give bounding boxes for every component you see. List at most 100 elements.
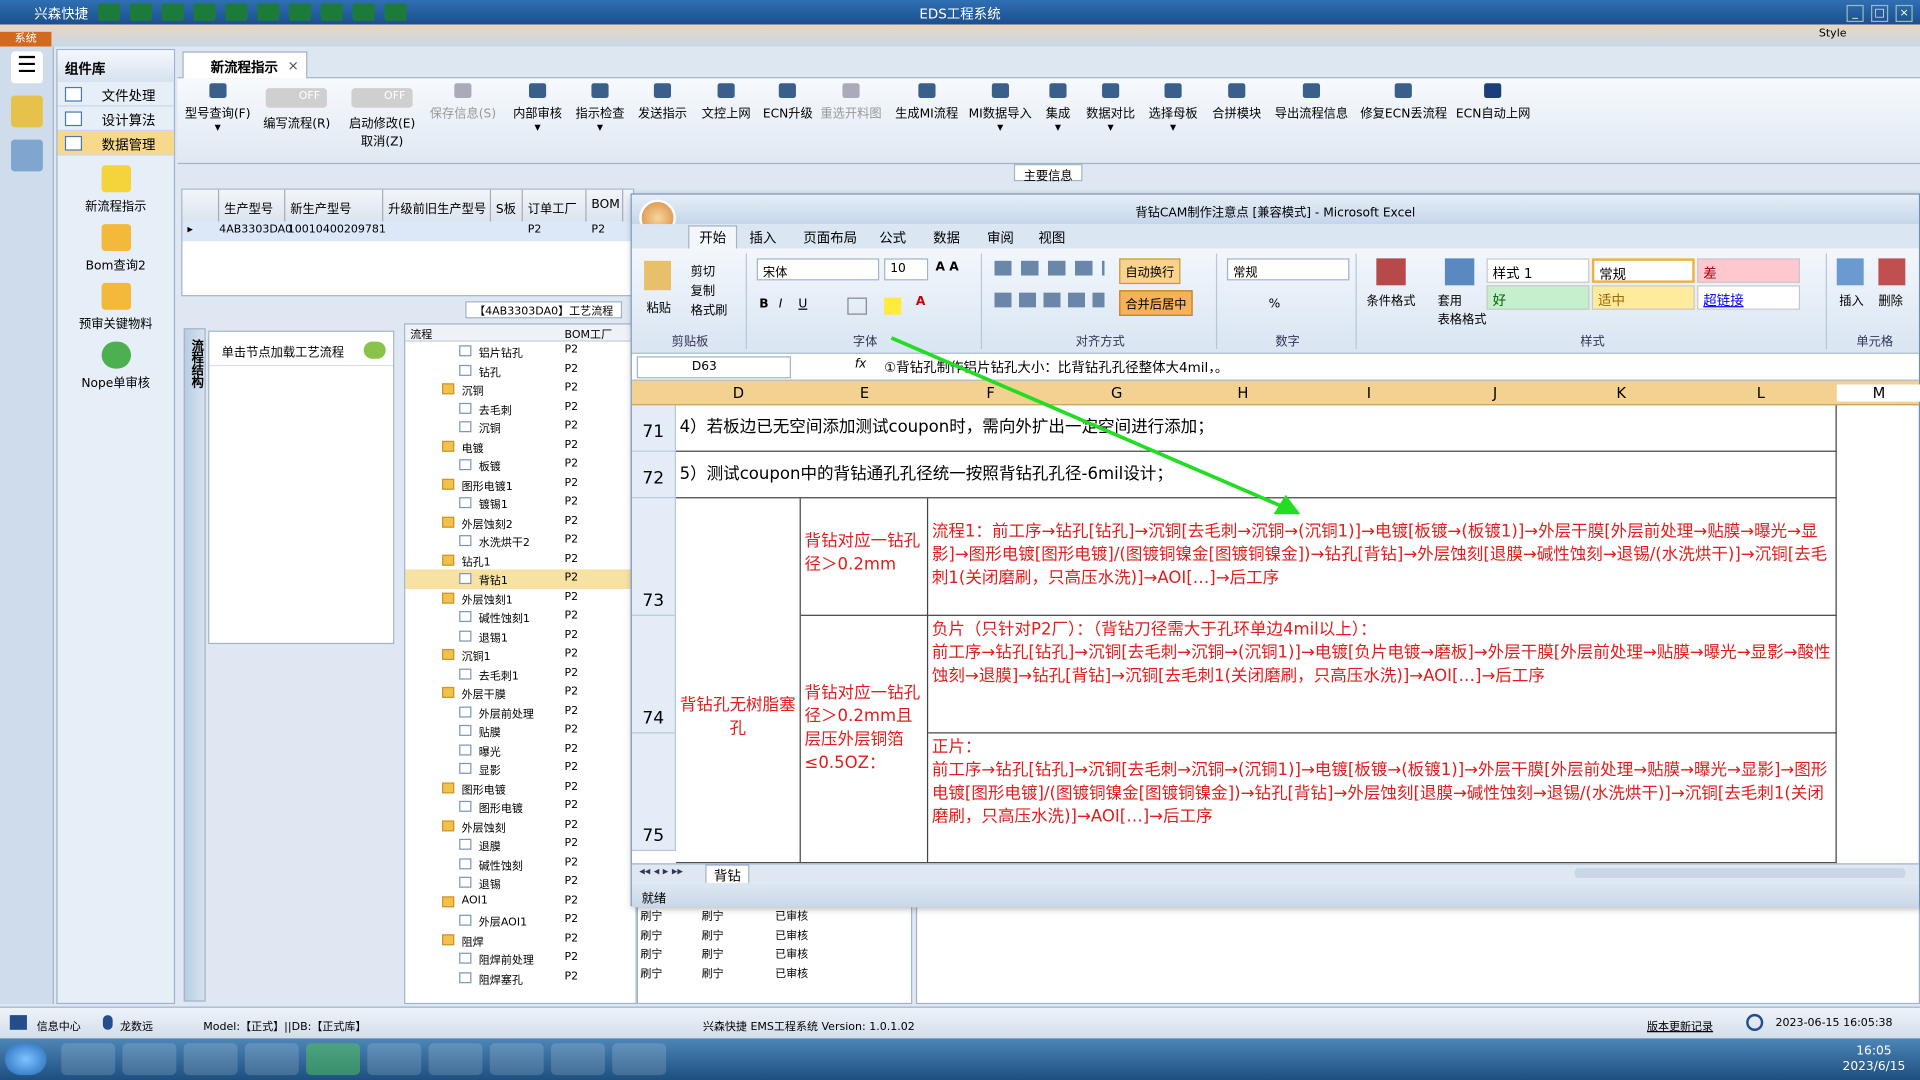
delete-button[interactable]: 删除	[1878, 290, 1902, 308]
tree-node[interactable]: 板镀 P2	[405, 456, 635, 475]
process-tree[interactable]: 流程 BOM工厂 铝片钻孔 P2 钻孔 P2 沉铜 P2 去毛刺 P2 沉铜 P2 电镀 P2 板镀 P2 图…	[404, 323, 637, 1005]
font-color-icon[interactable]: A	[916, 295, 925, 308]
col-k[interactable]: K	[1558, 384, 1685, 401]
yx-logo-icon[interactable]	[11, 95, 43, 128]
app-p-icon[interactable]	[612, 1043, 667, 1076]
save-info-button[interactable]: 保存信息(S)	[430, 83, 496, 121]
toggle-switch[interactable]: OFF	[266, 88, 328, 108]
row-header[interactable]: 71	[631, 405, 676, 452]
col-f[interactable]: F	[928, 384, 1053, 401]
excel-window[interactable]: 背钻CAM制作注意点 [兼容模式] - Microsoft Excel 开始 插…	[630, 193, 1920, 908]
font-size-select[interactable]: 10	[884, 258, 929, 281]
tree-node[interactable]: 外层蚀刻2 P2	[405, 512, 635, 531]
menu-data-management[interactable]: 数据管理	[57, 131, 174, 156]
insert-icon[interactable]	[1836, 258, 1864, 286]
table-format-button[interactable]: 套用 表格格式	[1438, 290, 1487, 327]
tree-node[interactable]: 碱性蚀刻 P2	[405, 854, 635, 873]
table-row[interactable]: 刷宁 刷宁 已审核	[638, 924, 911, 943]
process-tab[interactable]: 【4AB3303DA0】工艺流程	[465, 301, 623, 319]
bold-icon[interactable]: B	[759, 298, 768, 311]
fill-color-icon[interactable]	[884, 297, 902, 315]
formula-input[interactable]: ①背钻孔制作铝片钻孔大小：比背钻孔孔径整体大4mil，。	[884, 358, 1228, 378]
tab-layout[interactable]: 页面布局	[803, 228, 857, 248]
tree-col-header[interactable]: BOM工厂	[562, 324, 615, 341]
tree-node[interactable]: 外层AOI1 P2	[405, 911, 635, 930]
tree-node[interactable]: 曝光 P2	[405, 740, 635, 759]
taskbar-clock[interactable]: 16:05 2023/6/15	[1843, 1043, 1906, 1075]
number-format-select[interactable]: 常规	[1226, 258, 1350, 281]
col-header[interactable]: 订单工厂	[523, 189, 587, 222]
cell-e73[interactable]: 背钻对应一钻孔径＞0.2mm	[800, 498, 929, 616]
doc-online-button[interactable]: 文控上网	[702, 83, 751, 121]
tree-node[interactable]: AOI1 P2	[405, 892, 635, 911]
sub-bom-query[interactable]: Bom查询2	[58, 224, 174, 273]
cell-f73[interactable]: 流程1：前工序→钻孔[钻孔]→沉铜[去毛刺→沉铜→(沉铜1)]→电镀[板镀→(板…	[928, 498, 1837, 616]
tree-node[interactable]: 图形电镀1 P2	[405, 474, 635, 493]
tree-node[interactable]: 贴膜 P2	[405, 721, 635, 740]
tree-node[interactable]: 阻焊前处理 P2	[405, 949, 635, 968]
col-g[interactable]: G	[1053, 384, 1180, 401]
ecn-upgrade-button[interactable]: ECN升级	[763, 83, 813, 121]
export-info-button[interactable]: 导出流程信息	[1275, 83, 1348, 121]
sub-new-process[interactable]: 新流程指示	[58, 165, 174, 214]
tree-node[interactable]: 退锡 P2	[405, 873, 635, 892]
excel-icon[interactable]	[306, 1043, 361, 1076]
col-header[interactable]: 新生产型号	[285, 189, 384, 222]
col-l[interactable]: L	[1685, 384, 1837, 401]
vertical-align-icons[interactable]	[994, 260, 1105, 276]
minimize-icon[interactable]: _	[1846, 4, 1864, 23]
col-header[interactable]: 生产型号	[219, 189, 286, 222]
info-center[interactable]: 信息中心	[37, 1018, 81, 1033]
border-icon[interactable]	[847, 297, 867, 315]
style-bad[interactable]: 差	[1697, 258, 1801, 283]
select-master-button[interactable]: 选择母板 ▾	[1149, 83, 1198, 135]
cell-d71[interactable]: 4）若板边已无空间添加测试coupon时，需向外扩出一定空间进行添加；	[675, 405, 1837, 452]
review-grid[interactable]: 刷宁 刷宁 已审核 刷宁 刷宁 已审核 刷宁 刷宁 已审核 刷宁 刷宁 已审核	[636, 903, 913, 1005]
tree-node[interactable]: 水洗烘干2 P2	[405, 531, 635, 550]
conditional-format-icon[interactable]	[1376, 258, 1406, 286]
integrate-button[interactable]: 集成 ▾	[1046, 83, 1070, 135]
cell-f74[interactable]: 负片（只针对P2厂）：（背钻刀径需大于孔环单边4mil以上）： 前工序→钻孔[钻…	[928, 615, 1837, 734]
calculator-icon[interactable]	[11, 139, 43, 172]
write-process-toggle[interactable]: OFF 编写流程(R)	[263, 83, 330, 131]
check-instruction-button[interactable]: 指示检查 ▾	[576, 83, 624, 135]
tab-home[interactable]: 开始	[688, 225, 738, 249]
reselect-cut-button[interactable]: 重选开料图	[820, 83, 882, 121]
tree-rows[interactable]: 铝片钻孔 P2 钻孔 P2 沉铜 P2 去毛刺 P2 沉铜 P2 电镀 P2 板镀 P2 图形电镀1 P2 镀锡…	[405, 342, 636, 987]
tree-node[interactable]: 沉铜1 P2	[405, 645, 635, 664]
copy-button[interactable]: 复制	[691, 280, 715, 298]
row-header[interactable]: 74	[631, 615, 676, 734]
app-eye-icon[interactable]	[367, 1043, 422, 1076]
ecn-auto-button[interactable]: ECN自动上网	[1456, 83, 1530, 121]
tree-node[interactable]: 钻孔1 P2	[405, 550, 635, 569]
cell-d73-merged[interactable]: 背钻孔无树脂塞孔	[675, 498, 801, 864]
row-header[interactable]: 73	[631, 498, 676, 616]
style-menu[interactable]: Style	[1819, 28, 1847, 40]
col-d[interactable]: D	[676, 384, 801, 401]
close-icon[interactable]: ×	[1895, 4, 1913, 23]
maximize-icon[interactable]: □	[1871, 4, 1889, 23]
update-log-link[interactable]: 版本更新记录	[1647, 1018, 1713, 1033]
tree-node[interactable]: 退锡1 P2	[405, 626, 635, 645]
menu-file-processing[interactable]: 文件处理	[57, 82, 174, 107]
tree-node[interactable]: 外层蚀刻1 P2	[405, 588, 635, 607]
tree-node[interactable]: 镀锡1 P2	[405, 493, 635, 512]
table-row[interactable]: ▸ 4AB3303DA0 10010400209781 P2 P2	[182, 221, 634, 242]
tree-col-header[interactable]: 流程	[405, 324, 562, 341]
col-i[interactable]: I	[1305, 384, 1432, 401]
style-neutral[interactable]: 适中	[1591, 285, 1695, 310]
app-eye2-icon[interactable]	[551, 1043, 605, 1076]
tree-node[interactable]: 退膜 P2	[405, 835, 635, 854]
cut-button[interactable]: 剪切	[691, 261, 715, 279]
underline-icon[interactable]: U	[798, 298, 807, 311]
tree-node[interactable]: 显影 P2	[405, 759, 635, 778]
tree-node[interactable]: 外层干膜 P2	[405, 683, 635, 702]
horizontal-scrollbar[interactable]	[1574, 868, 1906, 878]
table-row[interactable]: 刷宁 刷宁 已审核	[638, 905, 911, 924]
wrap-text-button[interactable]: 自动换行	[1119, 258, 1181, 285]
paste-icon[interactable]	[644, 260, 672, 291]
table-row[interactable]: 刷宁 刷宁 已审核	[638, 943, 911, 962]
tree-node[interactable]: 图形电镀 P2	[405, 778, 635, 797]
app-arrow-icon[interactable]	[489, 1043, 544, 1076]
tab-new-process[interactable]: 新流程指示 ×	[182, 51, 308, 79]
